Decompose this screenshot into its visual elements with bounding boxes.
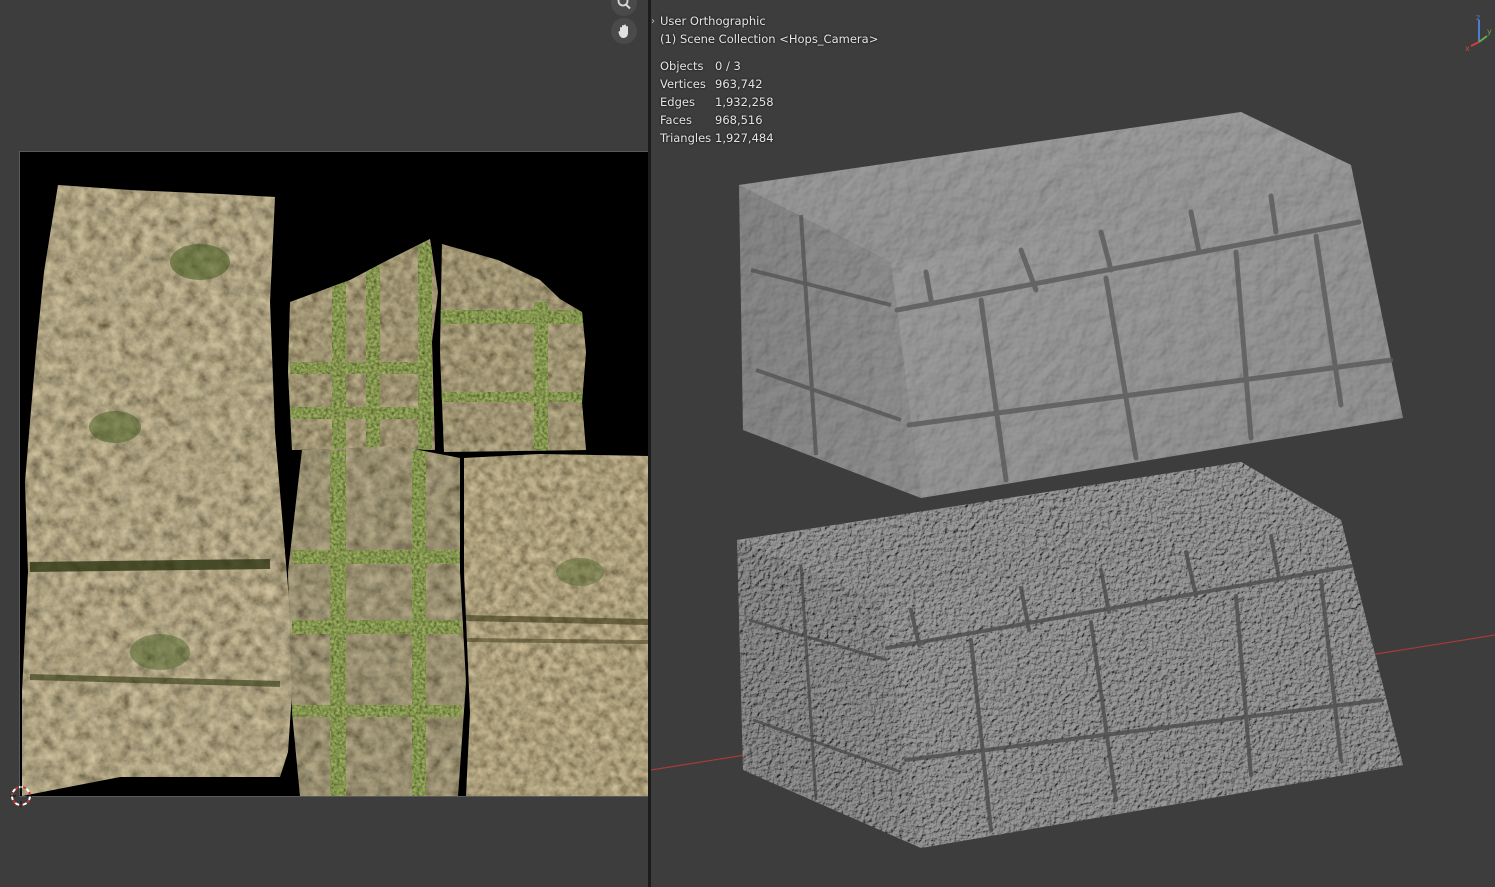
stat-value: 968,516 xyxy=(715,113,763,127)
stat-label: Triangles xyxy=(660,131,712,145)
stat-label: Faces xyxy=(660,113,692,127)
stat-row-faces: Faces 968,516 xyxy=(660,111,774,129)
z-axis-label: z xyxy=(1476,13,1480,22)
scene-statistics: Objects 0 / 3 Vertices 963,742 Edges 1,9… xyxy=(660,57,774,147)
view-name: User Orthographic xyxy=(660,14,766,28)
y-axis-label: y xyxy=(1487,27,1492,36)
x-axis-label: x xyxy=(1465,44,1470,52)
x-axis-icon xyxy=(1470,41,1480,47)
toolbar-toggle-icon[interactable]: › xyxy=(651,16,655,27)
zoom-button[interactable] xyxy=(611,0,637,16)
blender-window: › User Orthographic (1) Scene Collection… xyxy=(0,0,1495,887)
stat-row-objects: Objects 0 / 3 xyxy=(660,57,774,75)
stat-label: Edges xyxy=(660,95,695,109)
stat-value: 1,927,484 xyxy=(715,131,774,145)
zoom-icon xyxy=(617,0,631,10)
3d-viewport[interactable]: › User Orthographic (1) Scene Collection… xyxy=(651,0,1495,887)
collection-name: (1) Scene Collection <Hops_Camera> xyxy=(660,32,879,46)
stat-label: Vertices xyxy=(660,77,706,91)
stat-value: 1,932,258 xyxy=(715,95,774,109)
baked-texture-image xyxy=(22,185,648,796)
2d-cursor-icon[interactable] xyxy=(9,784,33,808)
uv-texture-canvas[interactable] xyxy=(19,151,648,797)
stat-row-vertices: Vertices 963,742 xyxy=(660,75,774,93)
stat-value: 963,742 xyxy=(715,77,763,91)
stone-block-high[interactable] xyxy=(737,462,1403,848)
stat-label: Objects xyxy=(660,59,704,73)
viewport-scene xyxy=(651,112,1495,848)
y-axis-icon xyxy=(1478,35,1488,43)
viewport-overlay-text: User Orthographic (1) Scene Collection <… xyxy=(660,12,878,48)
navigation-axis-gizmo[interactable]: z y x xyxy=(1459,12,1495,52)
stone-block-low[interactable] xyxy=(739,112,1403,498)
stat-value: 0 / 3 xyxy=(715,59,741,73)
uv-editor-panel[interactable] xyxy=(0,0,648,887)
hand-pan-icon xyxy=(618,24,628,38)
pan-button[interactable] xyxy=(611,18,637,44)
stat-row-edges: Edges 1,932,258 xyxy=(660,93,774,111)
stat-row-triangles: Triangles 1,927,484 xyxy=(660,129,774,147)
